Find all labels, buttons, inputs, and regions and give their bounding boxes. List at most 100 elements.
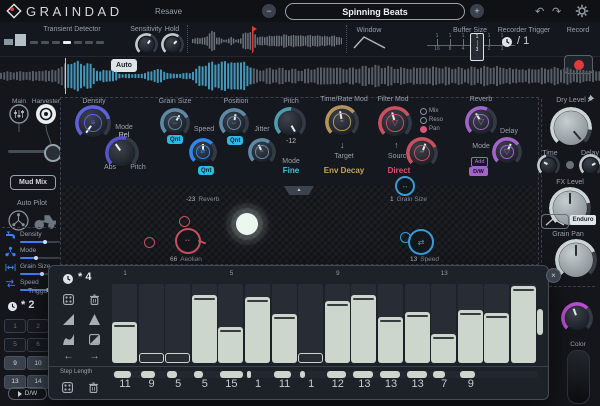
- sequencer-step-slot[interactable]: [139, 284, 164, 363]
- pilot-satellite[interactable]: [179, 216, 190, 227]
- pilot-satellite[interactable]: [400, 232, 411, 243]
- sequencer-step-bar[interactable]: [511, 286, 536, 363]
- trigger-step-9[interactable]: 9: [4, 356, 26, 370]
- preset-menu-button[interactable]: −: [262, 4, 276, 18]
- pilot-satellite[interactable]: [144, 237, 155, 248]
- pitch-mode-value[interactable]: Fine: [283, 167, 299, 175]
- clock-icon[interactable]: [62, 273, 74, 285]
- sequencer-step-bar[interactable]: [458, 310, 483, 363]
- shift-left-icon[interactable]: ←: [63, 351, 74, 362]
- sidebar-param-density[interactable]: Density: [4, 230, 60, 245]
- source-value[interactable]: Direct: [388, 167, 411, 175]
- window-shape-icon[interactable]: [352, 34, 388, 50]
- buffer-option-1-16[interactable]: 116: [431, 33, 443, 59]
- delay-small-knob[interactable]: [583, 158, 598, 173]
- filter-mix-radio[interactable]: [420, 108, 427, 115]
- trigger-step-6[interactable]: 6: [27, 338, 49, 352]
- sequencer-step-bar[interactable]: [245, 297, 270, 363]
- filter-pan-radio[interactable]: [420, 126, 427, 133]
- reverb-add-badge[interactable]: Add: [471, 157, 488, 167]
- sequencer-step-slot[interactable]: [272, 284, 297, 363]
- time-rate-mod-knob[interactable]: ≈: [329, 109, 355, 135]
- sequence-end-handle[interactable]: [537, 309, 543, 335]
- sequencer-step-slot[interactable]: [511, 284, 536, 363]
- buffer-option-1-2[interactable]: 12: [483, 33, 495, 59]
- mode-knob[interactable]: [109, 140, 135, 166]
- sequencer-step-slot[interactable]: [458, 284, 483, 363]
- pin-icon[interactable]: [586, 93, 596, 103]
- randomize-dice-icon[interactable]: [63, 294, 74, 305]
- recorder-trigger-value[interactable]: / 1: [517, 35, 529, 47]
- buffer-size-ruler[interactable]: 1161814131211: [431, 33, 511, 59]
- triangle-icon[interactable]: [89, 314, 100, 325]
- sequencer-step-bar[interactable]: [218, 327, 243, 363]
- sidebar-param-track[interactable]: [20, 257, 60, 259]
- clock-icon[interactable]: [501, 36, 513, 48]
- grain-size-qnt-badge[interactable]: Qnt: [167, 135, 183, 144]
- step-length-pill[interactable]: [353, 371, 373, 378]
- filter-mod-amount-knob[interactable]: ••: [410, 141, 434, 165]
- tab-harvester-eye-icon[interactable]: [35, 103, 57, 125]
- close-icon[interactable]: ×: [546, 268, 561, 283]
- step-length-pill[interactable]: [433, 371, 445, 378]
- step-length-pill[interactable]: [327, 371, 346, 378]
- buffer-option-1-8[interactable]: 18: [444, 33, 456, 59]
- dry-level-knob[interactable]: [554, 111, 588, 145]
- overview-playhead[interactable]: [252, 29, 253, 53]
- sidebar-param-mode[interactable]: Mode: [4, 246, 60, 261]
- resave-button[interactable]: Resave: [155, 8, 182, 16]
- sequencer-step-bar[interactable]: [484, 313, 509, 363]
- filter-reso-radio[interactable]: [420, 117, 427, 124]
- curve-icon[interactable]: [63, 334, 74, 345]
- position-qnt-badge[interactable]: Qnt: [227, 136, 243, 145]
- speed-knob[interactable]: ⇄: [193, 142, 213, 162]
- buffer-option-1-3[interactable]: 13: [470, 33, 484, 61]
- grain-size-knob[interactable]: ↔: [164, 112, 186, 134]
- clock-icon[interactable]: [7, 301, 18, 312]
- ramp-up-icon[interactable]: [63, 314, 74, 325]
- trigger-step-10[interactable]: 10: [27, 356, 49, 370]
- step-length-pill[interactable]: [300, 371, 304, 378]
- sensitivity-knob[interactable]: [139, 37, 154, 52]
- undo-icon[interactable]: ↶: [535, 5, 544, 18]
- mud-mix-button[interactable]: Mud Mix: [10, 175, 56, 190]
- step-length-pill[interactable]: [407, 371, 427, 378]
- sequencer-step-bar[interactable]: [298, 353, 323, 363]
- redo-icon[interactable]: ↷: [552, 5, 561, 18]
- shift-right-icon[interactable]: →: [89, 351, 100, 362]
- waveform-display[interactable]: [0, 58, 600, 94]
- sequencer-step-bar[interactable]: [378, 317, 403, 363]
- position-knob[interactable]: ↔: [223, 112, 245, 134]
- sequencer-step-bar[interactable]: [192, 295, 217, 363]
- sequencer-step-slot[interactable]: [378, 284, 403, 363]
- pilot-cursor-orb[interactable]: [236, 213, 258, 235]
- sequencer-step-bar[interactable]: [351, 295, 376, 363]
- sequencer-step-slot[interactable]: [351, 284, 376, 363]
- delay-knob[interactable]: ▽: [496, 141, 518, 163]
- speed-qnt-badge[interactable]: Qnt: [198, 166, 214, 175]
- sequencer-step-bar[interactable]: [405, 312, 430, 363]
- sequencer-step-slot[interactable]: [218, 284, 243, 363]
- envelope-shape-button[interactable]: [541, 214, 569, 229]
- step-length-pill[interactable]: [274, 371, 291, 378]
- trigger-dw-button[interactable]: D/W: [8, 387, 47, 400]
- pitch-knob[interactable]: [278, 111, 302, 135]
- waveform-overview[interactable]: [192, 29, 342, 53]
- density-knob[interactable]: ≡: [79, 109, 107, 137]
- trigger-step-2[interactable]: 2: [27, 319, 49, 333]
- enduro-badge[interactable]: Enduro: [570, 215, 596, 225]
- step-length-pill[interactable]: [114, 371, 131, 378]
- jitter-knob[interactable]: ≈: [252, 142, 272, 162]
- hold-knob[interactable]: [165, 37, 180, 52]
- half-fill-icon[interactable]: [89, 334, 100, 345]
- step-length-pill[interactable]: [167, 371, 177, 378]
- clear-trash-icon[interactable]: [88, 382, 99, 393]
- trigger-step-1[interactable]: 1: [4, 319, 26, 333]
- sequencer-step-bar[interactable]: [165, 353, 190, 363]
- sequencer-step-slot[interactable]: [325, 284, 350, 363]
- trigger-step-5[interactable]: 5: [4, 338, 26, 352]
- preset-name-field[interactable]: Spinning Beats: [285, 3, 465, 20]
- sequencer-step-slot[interactable]: [484, 284, 509, 363]
- sequencer-step-slot[interactable]: [192, 284, 217, 363]
- sequencer-step-bar[interactable]: [139, 353, 164, 363]
